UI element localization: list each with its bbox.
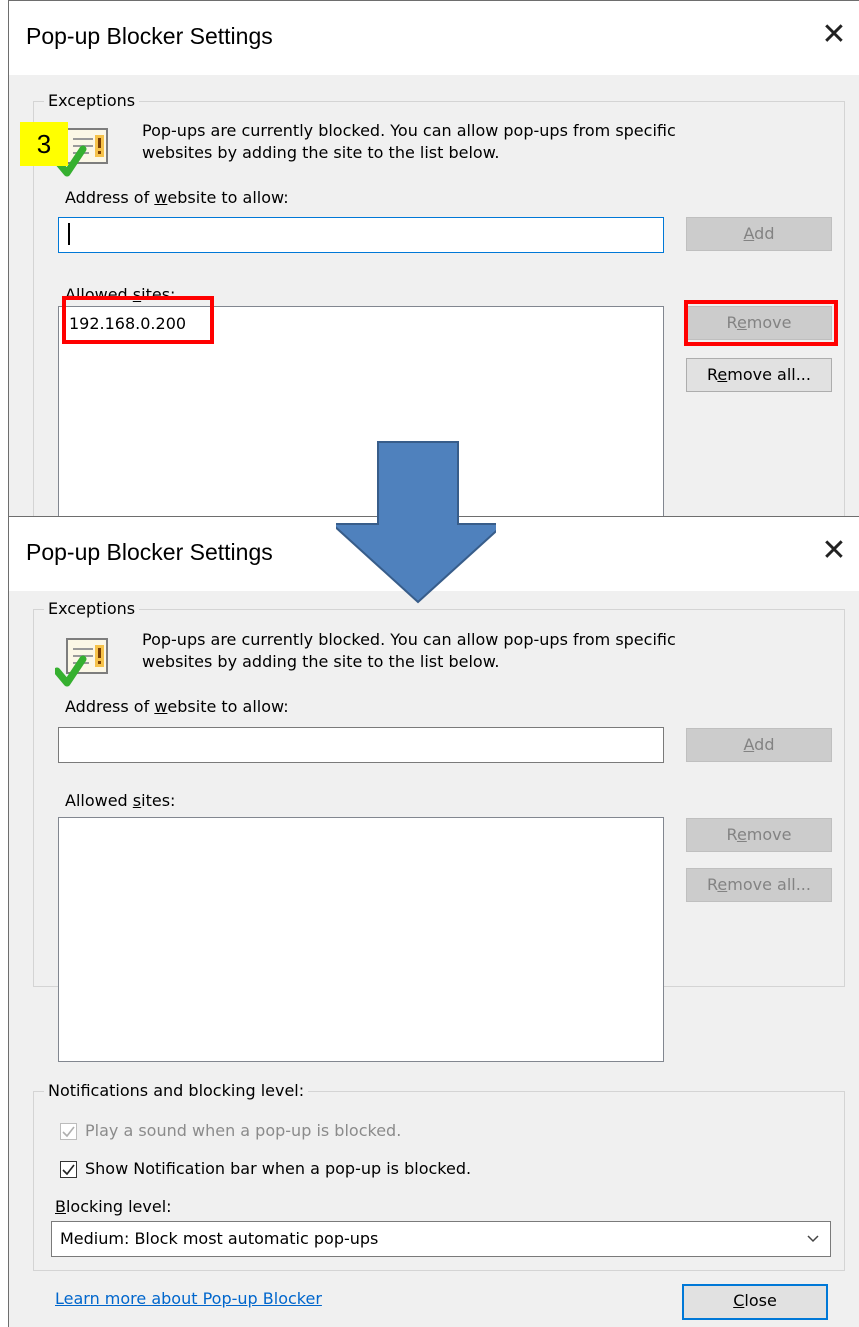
exceptions-legend: Exceptions <box>44 599 140 619</box>
learn-more-link[interactable]: Learn more about Pop-up Blocker <box>55 1289 322 1308</box>
address-label: Address of website to allow: <box>65 697 289 716</box>
blocking-level-value: Medium: Block most automatic pop-ups <box>60 1229 379 1248</box>
close-icon[interactable]: ✕ <box>814 15 854 55</box>
chevron-down-icon <box>806 1222 820 1269</box>
close-icon[interactable]: ✕ <box>814 531 854 571</box>
check-icon <box>62 1164 75 1176</box>
show-notification-bar-label: Show Notification bar when a pop-up is b… <box>85 1159 472 1178</box>
blocking-level-select[interactable]: Medium: Block most automatic pop-ups <box>51 1221 831 1257</box>
exceptions-description-line2: websites by adding the site to the list … <box>142 143 500 162</box>
down-arrow-icon <box>329 440 507 609</box>
address-input[interactable] <box>58 217 664 253</box>
blocking-level-label: Blocking level: <box>55 1197 172 1216</box>
allowed-sites-label: Allowed sites: <box>65 791 176 810</box>
exceptions-description-line1: Pop-ups are currently blocked. You can a… <box>142 630 676 649</box>
exceptions-legend: Exceptions <box>44 91 140 111</box>
close-button[interactable]: Close <box>682 1284 828 1320</box>
popup-blocker-dialog-after: Pop-up Blocker Settings ✕ Exceptions Pop… <box>8 516 859 1327</box>
dialog-title: Pop-up Blocker Settings <box>26 539 273 565</box>
popup-info-icon <box>53 633 115 691</box>
allowed-sites-list[interactable] <box>58 817 664 1062</box>
dialog-title: Pop-up Blocker Settings <box>26 23 273 49</box>
exceptions-description-line2: websites by adding the site to the list … <box>142 652 500 671</box>
add-button[interactable]: Add <box>686 217 832 251</box>
highlight-remove-button <box>684 300 838 346</box>
highlight-allowed-site <box>62 296 214 344</box>
play-sound-label: Play a sound when a pop-up is blocked. <box>85 1121 402 1140</box>
remove-all-button[interactable]: Remove all... <box>686 868 832 902</box>
address-input[interactable] <box>58 727 664 763</box>
step-badge: 3 <box>20 122 68 166</box>
play-sound-checkbox[interactable] <box>60 1123 77 1140</box>
check-icon <box>62 1126 75 1138</box>
remove-button[interactable]: Remove <box>686 818 832 852</box>
notifications-legend: Notifications and blocking level: <box>44 1081 309 1101</box>
text-caret <box>68 223 70 245</box>
title-bar: Pop-up Blocker Settings ✕ <box>9 1 859 75</box>
remove-all-button[interactable]: Remove all... <box>686 358 832 392</box>
exceptions-description-line1: Pop-ups are currently blocked. You can a… <box>142 121 676 140</box>
add-button[interactable]: Add <box>686 728 832 762</box>
show-notification-bar-checkbox[interactable] <box>60 1161 77 1178</box>
address-label: Address of website to allow: <box>65 188 289 207</box>
